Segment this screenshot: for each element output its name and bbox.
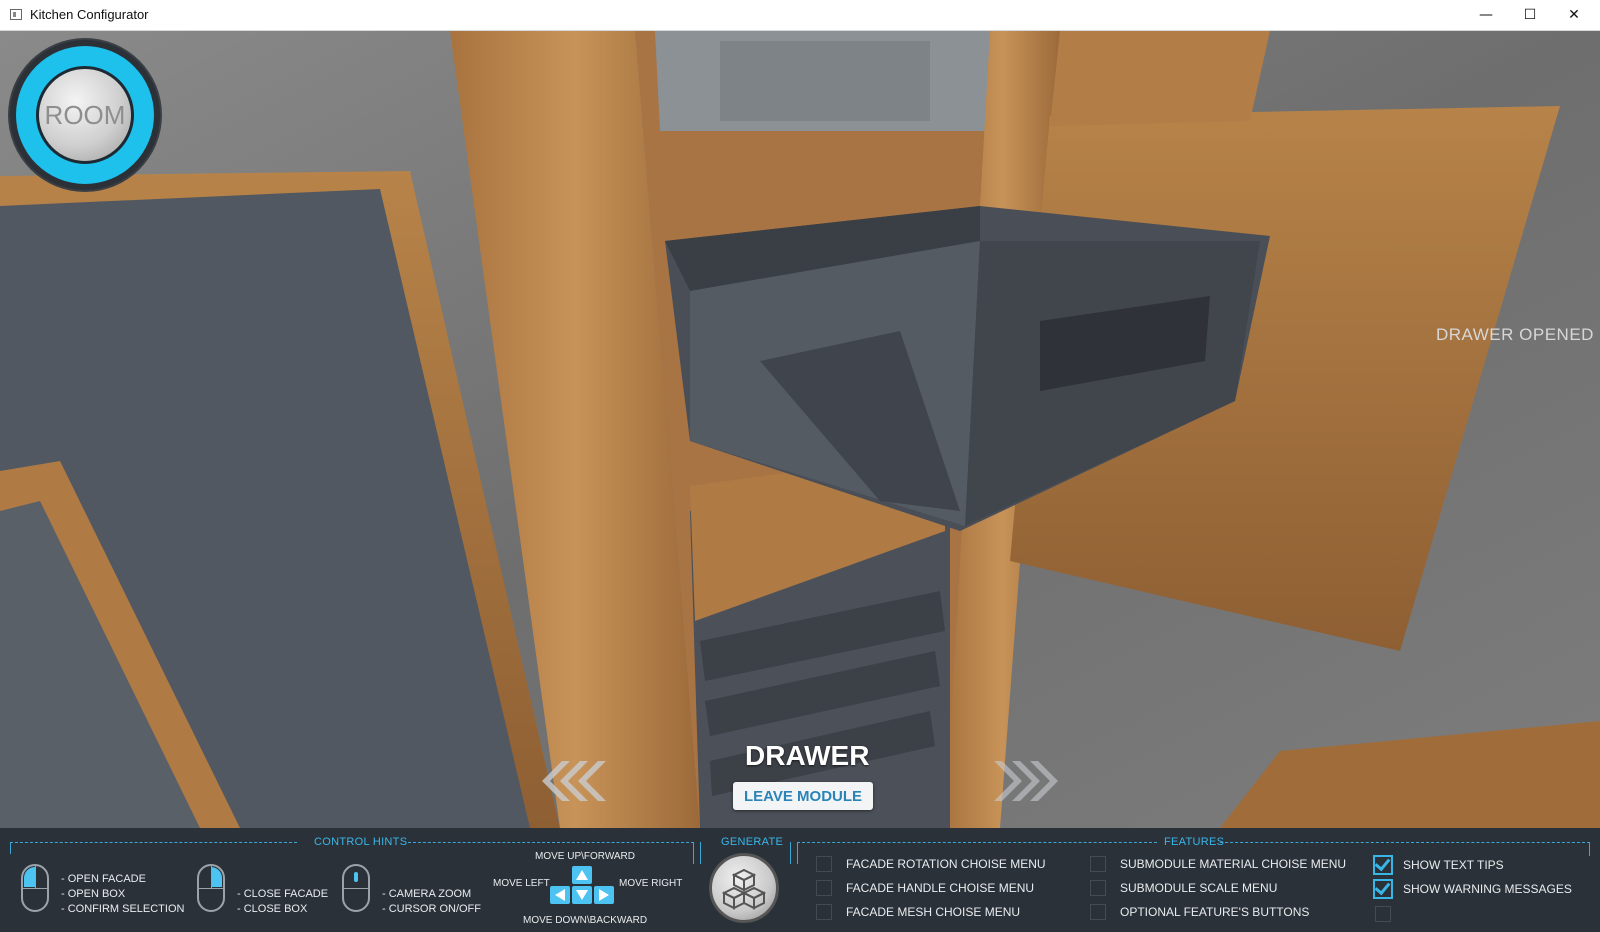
- divider: [1220, 842, 1590, 843]
- checkbox[interactable]: [1375, 906, 1391, 922]
- module-name: DRAWER: [745, 740, 870, 771]
- feature-label: SHOW WARNING MESSAGES: [1403, 882, 1572, 896]
- checkbox[interactable]: [816, 880, 832, 896]
- title-bar: Kitchen Configurator — ☐ ✕: [0, 0, 1600, 31]
- arrow-left-key-icon: [550, 886, 570, 904]
- feature-label: SUBMODULE SCALE MENU: [1120, 881, 1278, 895]
- window-title: Kitchen Configurator: [30, 7, 149, 22]
- 3d-viewport[interactable]: [0, 31, 1600, 828]
- divider: [10, 842, 11, 854]
- leave-module-button[interactable]: LEAVE MODULE: [733, 782, 873, 810]
- arrow-down-key-icon: [572, 886, 592, 904]
- maximize-button[interactable]: ☐: [1508, 0, 1552, 30]
- divider: [408, 842, 694, 843]
- hint-wheel-1: - CAMERA ZOOM: [382, 888, 472, 900]
- mouse-left-click-icon: [21, 864, 49, 912]
- hint-move-down: MOVE DOWN\BACKWARD: [523, 915, 648, 926]
- features-title: FEATURES: [1164, 836, 1225, 848]
- feature-facade-mesh[interactable]: FACADE MESH CHOISE MENU: [816, 904, 1020, 920]
- checkbox-checked[interactable]: [1373, 879, 1393, 899]
- checkbox[interactable]: [816, 856, 832, 872]
- room-button-face: ROOM: [36, 66, 134, 164]
- app-icon: [10, 9, 22, 20]
- feature-label: FACADE ROTATION CHOISE MENU: [846, 857, 1046, 871]
- hint-move-up: MOVE UP\FORWARD: [535, 851, 636, 862]
- hint-wheel-2: - CURSOR ON/OFF: [382, 903, 481, 915]
- feature-label: OPTIONAL FEATURE'S BUTTONS: [1120, 905, 1310, 919]
- feature-optional-buttons[interactable]: OPTIONAL FEATURE'S BUTTONS: [1090, 904, 1309, 920]
- divider: [1589, 842, 1590, 856]
- feature-facade-rotation[interactable]: FACADE ROTATION CHOISE MENU: [816, 856, 1046, 872]
- arrow-up-key-icon: [572, 866, 592, 884]
- feature-show-text-tips[interactable]: SHOW TEXT TIPS: [1373, 855, 1504, 875]
- divider: [693, 842, 694, 864]
- checkbox[interactable]: [1090, 904, 1106, 920]
- room-button[interactable]: ROOM: [10, 40, 160, 190]
- control-hints-title: CONTROL HINTS: [314, 836, 408, 848]
- close-button[interactable]: ✕: [1552, 0, 1596, 30]
- feature-submodule-material[interactable]: SUBMODULE MATERIAL CHOISE MENU: [1090, 856, 1346, 872]
- feature-label: SHOW TEXT TIPS: [1403, 858, 1504, 872]
- hint-left-1: - OPEN FACADE: [61, 873, 146, 885]
- feature-label: SUBMODULE MATERIAL CHOISE MENU: [1120, 857, 1347, 871]
- feature-label: FACADE MESH CHOISE MENU: [846, 905, 1021, 919]
- divider: [700, 842, 701, 864]
- arrow-right-key-icon: [594, 886, 614, 904]
- hint-move-right: MOVE RIGHT: [619, 878, 683, 889]
- hint-left-2: - OPEN BOX: [61, 888, 126, 900]
- minimize-button[interactable]: —: [1464, 0, 1508, 30]
- feature-label: FACADE HANDLE CHOISE MENU: [846, 881, 1035, 895]
- checkbox-checked[interactable]: [1373, 855, 1393, 875]
- feature-facade-handle[interactable]: FACADE HANDLE CHOISE MENU: [816, 880, 1034, 896]
- feature-submodule-scale[interactable]: SUBMODULE SCALE MENU: [1090, 880, 1277, 896]
- mouse-wheel-icon: [342, 864, 370, 912]
- cubes-icon: [721, 868, 767, 910]
- previous-module-icon[interactable]: [532, 756, 612, 806]
- hint-move-left: MOVE LEFT: [493, 878, 550, 889]
- hint-left-3: - CONFIRM SELECTION: [61, 903, 185, 915]
- next-module-icon[interactable]: [988, 756, 1068, 806]
- hint-right-2: - CLOSE BOX: [237, 903, 308, 915]
- room-button-label: ROOM: [44, 99, 126, 130]
- generate-button[interactable]: [709, 853, 779, 923]
- status-message: DRAWER OPENED: [1436, 325, 1594, 344]
- feature-show-warning-messages[interactable]: SHOW WARNING MESSAGES: [1373, 879, 1572, 899]
- generate-title: GENERATE: [721, 836, 784, 848]
- mouse-right-click-icon: [197, 864, 225, 912]
- divider: [797, 842, 1157, 843]
- divider: [790, 842, 791, 864]
- scene-render: [0, 31, 1600, 828]
- checkbox[interactable]: [1090, 880, 1106, 896]
- checkbox[interactable]: [816, 904, 832, 920]
- divider: [797, 842, 798, 864]
- divider: [10, 842, 297, 843]
- checkbox[interactable]: [1090, 856, 1106, 872]
- hint-right-1: - CLOSE FACADE: [237, 888, 329, 900]
